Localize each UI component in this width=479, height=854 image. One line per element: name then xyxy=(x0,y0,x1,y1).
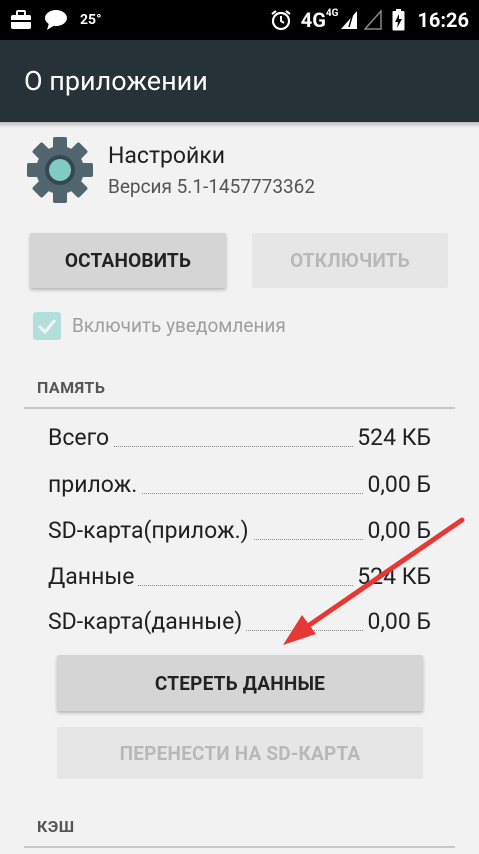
memory-row-sd-data: SD-карта(данные) 0,00 Б xyxy=(48,607,431,637)
memory-row-value: 0,00 Б xyxy=(363,607,431,637)
memory-row-value: 0,00 Б xyxy=(363,516,431,546)
notifications-label: Включить уведомления xyxy=(72,314,286,337)
disable-button[interactable]: ОТКЛЮЧИТЬ xyxy=(252,233,448,288)
notifications-checkbox[interactable] xyxy=(33,312,61,340)
move-to-sd-button[interactable]: ПЕРЕНЕСТИ НА SD-КАРТА xyxy=(57,727,423,779)
cache-section-header: КЭШ xyxy=(37,817,75,836)
memory-row-app: прилож. 0,00 Б xyxy=(48,470,431,500)
signal-empty-icon xyxy=(364,10,383,30)
battery-charging-icon xyxy=(392,9,405,31)
memory-row-total: Всего 524 КБ xyxy=(48,423,431,453)
status-right: 4G 4G 16:26 xyxy=(269,0,469,40)
chat-bubble-icon xyxy=(44,9,68,31)
memory-row-sd-app: SD-карта(прилож.) 0,00 Б xyxy=(48,516,431,546)
settings-gear-icon xyxy=(24,134,96,206)
signal-icon xyxy=(340,10,358,30)
app-bar: О приложении xyxy=(0,40,479,122)
memory-divider xyxy=(24,407,455,409)
alarm-icon xyxy=(269,8,293,32)
status-bar: 25° 4G 4G 16:26 xyxy=(0,0,479,40)
memory-row-value: 524 КБ xyxy=(353,423,431,453)
memory-row-label: SD-карта(данные) xyxy=(48,607,247,637)
clear-data-button[interactable]: СТЕРЕТЬ ДАННЫЕ xyxy=(57,655,423,711)
temperature-text: 25° xyxy=(80,12,102,28)
app-name: Настройки xyxy=(108,142,226,169)
memory-row-label: SD-карта(прилож.) xyxy=(48,516,253,546)
network-type-text: 4G xyxy=(300,8,326,32)
memory-row-data: Данные 524 КБ xyxy=(48,562,431,592)
page-title: О приложении xyxy=(24,65,208,97)
memory-row-label: прилож. xyxy=(48,470,142,500)
memory-row-label: Всего xyxy=(48,423,114,453)
memory-row-value: 0,00 Б xyxy=(363,470,431,500)
app-version: Версия 5.1-1457773362 xyxy=(108,175,316,198)
force-stop-button[interactable]: ОСТАНОВИТЬ xyxy=(30,233,226,288)
network-type-small-text: 4G xyxy=(325,8,339,19)
check-icon xyxy=(37,318,57,335)
memory-section-header: ПАМЯТЬ xyxy=(37,378,106,397)
app-bar-shadow xyxy=(0,122,479,128)
clock-text: 16:26 xyxy=(417,8,469,32)
memory-row-label: Данные xyxy=(48,562,139,592)
memory-row-value: 524 КБ xyxy=(353,562,431,592)
cache-divider xyxy=(24,846,455,848)
status-left: 25° xyxy=(10,0,122,40)
briefcase-icon xyxy=(10,10,32,30)
